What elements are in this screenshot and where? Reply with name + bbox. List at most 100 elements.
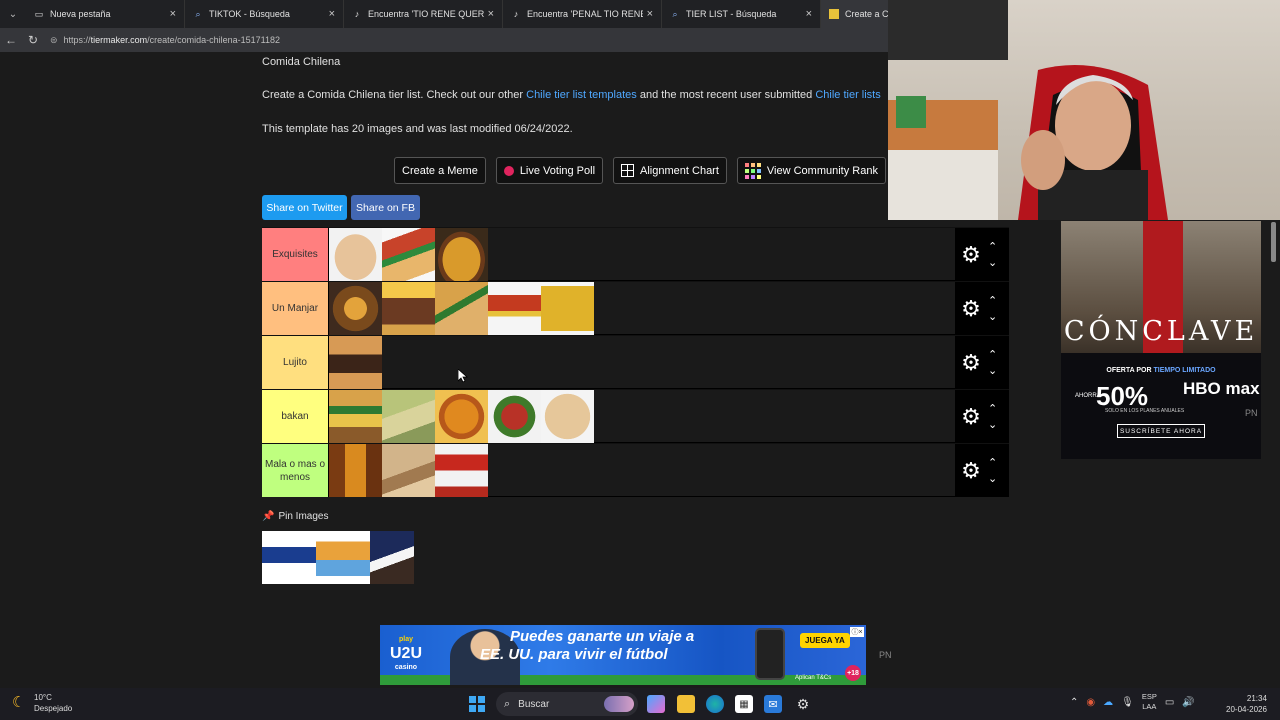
tier-image-humitas[interactable] [382,390,435,443]
back-icon[interactable]: ← [0,33,22,47]
tier-label[interactable]: Lujito [262,336,329,389]
search-icon: ⌕ [195,8,201,19]
chevron-up-icon[interactable]: ⌃ [988,239,997,255]
tier-image-churrasco[interactable] [329,336,382,389]
chevron-down-icon[interactable]: ⌄ [988,363,997,379]
pin-label: Pin Images [278,511,329,522]
chevron-up-icon[interactable]: ⌃ [988,455,997,471]
lang-code: ESP [1141,692,1157,701]
pinned-image-calaf-dessert[interactable] [316,531,370,584]
ad-subscribe-button[interactable]: SUSCRÍBETE AHORA [1117,424,1205,438]
settings-icon[interactable]: ⚙ [794,695,812,713]
tab-new-tab[interactable]: ▭ Nueva pestaña × [26,0,185,28]
network-icon[interactable]: ▭ [1165,697,1174,708]
tier-image-pebre[interactable] [488,390,541,443]
weather-widget[interactable]: ☾ 10°C Despejado [12,692,72,714]
pin-images[interactable]: 📌 Pin Images [262,511,328,522]
url-host: tiermaker.com [90,35,148,45]
tier-label[interactable]: bakan [262,390,329,443]
chevron-down-icon[interactable]: ⌄ [988,255,997,271]
tier-image-hot-dog[interactable] [382,228,435,281]
chevron-up-icon[interactable]: ⌃ [988,347,997,363]
age-badge: +18 [845,665,861,681]
share-fb-button[interactable]: Share on FB [351,195,420,220]
button-label: Alignment Chart [640,164,719,177]
close-icon[interactable]: × [329,8,335,20]
pinned-image-negrita[interactable] [370,531,414,584]
tier-move-arrows: ⌃ ⌄ [988,347,997,379]
store-icon[interactable]: ▦ [735,695,753,713]
chevron-up-icon[interactable]: ⌃ [1070,697,1078,708]
tier-image-empanada[interactable] [382,444,435,497]
ad-play-button[interactable]: JUEGA YA [800,633,850,648]
file-explorer-icon[interactable] [677,695,695,713]
tab-tiktok-1[interactable]: ♪ Encuentra 'TIO RENE QUERI TO FUCKS' en… [344,0,503,28]
chevron-up-icon[interactable]: ⌃ [988,401,997,417]
new-tab-icon: ▭ [34,8,44,19]
tier-label[interactable]: Un Manjar [262,282,329,335]
close-icon[interactable]: × [170,8,176,20]
tier-image-beer[interactable] [329,444,382,497]
tab-tiktok-2[interactable]: ♪ Encuentra 'PENAL TIO RENE' en TikTok × [503,0,662,28]
bottom-ad-banner[interactable]: play U2U casino Puedes ganarte un viaje a … [380,625,866,685]
search-icon: ⌕ [504,697,511,710]
copilot-icon[interactable] [647,695,665,713]
edge-icon[interactable] [706,695,724,713]
tier-image-kryzpo-chips[interactable] [541,282,594,335]
tier-image-lomo-a-lo-pobre[interactable] [382,282,435,335]
taskbar-search[interactable]: ⌕ Buscar [496,692,638,716]
chile-tier-lists-link[interactable]: Chile tier lists [815,89,880,101]
mail-icon[interactable]: ✉ [764,695,782,713]
windows-start-icon[interactable] [469,696,485,712]
close-icon[interactable]: × [488,8,494,20]
tier-image-cazuela[interactable] [329,282,382,335]
tier-image-pastel-de-choclo[interactable] [435,228,488,281]
side-ad-banner[interactable]: CÓNCLAVE OFERTA POR TIEMPO LIMITADO AHOR… [1061,221,1261,459]
tab-search-menu-icon[interactable]: ⌄ [0,0,26,28]
url-field[interactable]: ⊜ https://tiermaker.com/create/comida-ch… [50,35,280,46]
close-icon[interactable]: × [647,8,653,20]
gear-icon[interactable]: ⚙ [958,242,984,268]
app-tray-icon[interactable]: ◉ [1086,697,1095,708]
tier-image-bread-roll[interactable] [329,228,382,281]
create-meme-button[interactable]: Create a Meme [394,157,486,184]
live-voting-poll-button[interactable]: Live Voting Poll [495,157,604,184]
close-icon[interactable]: × [806,8,812,20]
tier-label[interactable]: Mala o mas o menos [262,444,329,497]
tier-label[interactable]: Exquisites [262,228,329,281]
tab-tierlist-search[interactable]: ⌕ TIER LIST - Búsqueda × [662,0,821,28]
chevron-down-icon[interactable]: ⌄ [988,471,997,487]
reload-icon[interactable]: ↻ [22,33,44,47]
tier-image-sopaipilla[interactable] [541,390,594,443]
mic-icon[interactable]: 🎙 [1121,697,1134,708]
gear-icon[interactable]: ⚙ [958,350,984,376]
tier-image-super-8[interactable] [488,282,541,335]
ad-close-icon[interactable]: ⓘ× [850,627,864,637]
volume-icon[interactable]: 🔊 [1182,697,1194,708]
search-label: Buscar [518,698,550,710]
tier-image-porotos[interactable] [435,390,488,443]
tier-items [329,228,1009,281]
tier-move-arrows: ⌃ ⌄ [988,401,997,433]
chevron-up-icon[interactable]: ⌃ [988,293,997,309]
gear-icon[interactable]: ⚙ [958,296,984,322]
tiktok-icon: ♪ [513,9,519,19]
gear-icon[interactable]: ⚙ [958,404,984,430]
site-info-icon[interactable]: ⊜ [50,35,58,46]
language-indicator[interactable]: ESP LAA [1142,692,1157,712]
scrollbar[interactable] [1271,222,1276,262]
chile-templates-link[interactable]: Chile tier list templates [526,89,637,101]
alignment-chart-button[interactable]: Alignment Chart [613,157,727,184]
taskbar-clock[interactable]: 21:34 20-04-2026 [1226,693,1267,715]
tier-image-trencito[interactable] [435,444,488,497]
tier-image-completo[interactable] [329,390,382,443]
view-community-rank-button[interactable]: View Community Rank [736,157,886,184]
tab-tiktok-search[interactable]: ⌕ TIKTOK - Búsqueda × [185,0,344,28]
share-twitter-button[interactable]: Share on Twitter [262,195,347,220]
cloud-icon[interactable]: ☁ [1103,697,1113,708]
chevron-down-icon[interactable]: ⌄ [988,309,997,325]
tier-image-chacarero[interactable] [435,282,488,335]
chevron-down-icon[interactable]: ⌄ [988,417,997,433]
gear-icon[interactable]: ⚙ [958,458,984,484]
pinned-image-chocman[interactable] [262,531,316,584]
